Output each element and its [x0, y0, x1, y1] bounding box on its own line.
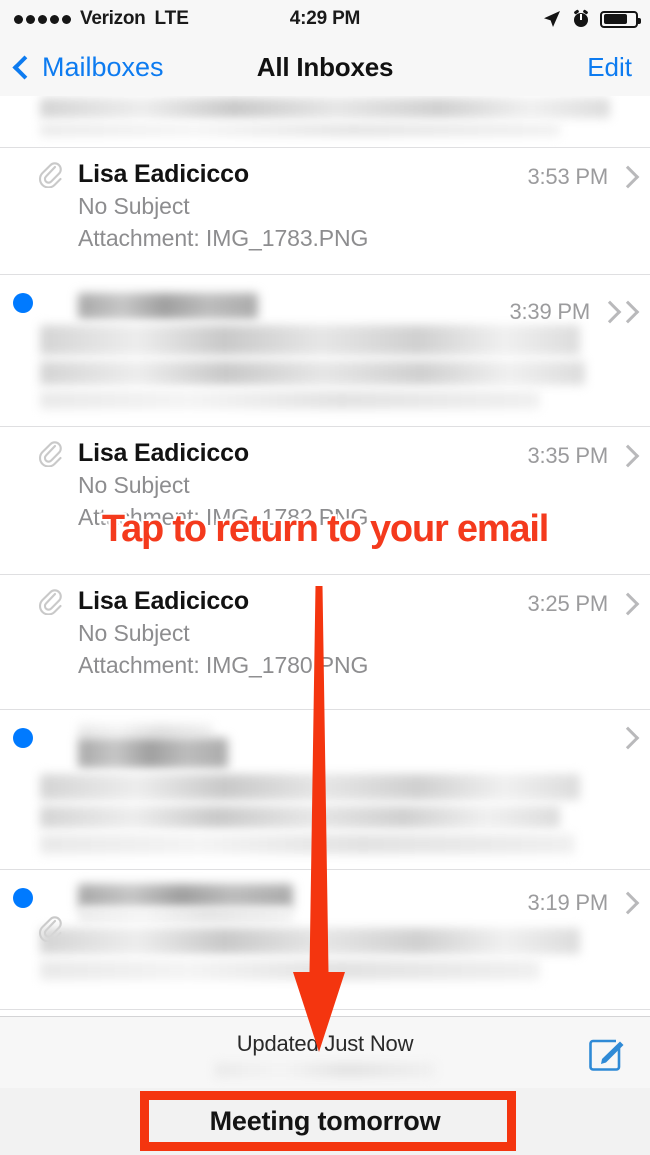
message-time: 3:39 PM [509, 299, 590, 324]
message-preview: Attachment: IMG_1780.PNG [78, 652, 369, 678]
bottom-banner[interactable]: Meeting tomorrow [0, 1088, 650, 1155]
iphone-screen: Verizon LTE 4:29 PM Mailboxes All Inboxe… [0, 0, 650, 1155]
table-row[interactable]: Lisa Eadicicco No Subject Attachment: IM… [0, 575, 650, 710]
mail-toolbar: Updated Just Now [0, 1016, 650, 1090]
location-arrow-icon [544, 11, 560, 27]
message-subject: No Subject [78, 620, 190, 646]
message-subject: No Subject [78, 193, 190, 219]
chevron-right-icon[interactable] [616, 165, 640, 189]
chevron-right-icon[interactable] [616, 891, 640, 915]
message-meta: 3:39 PM [509, 299, 640, 325]
mail-message-list[interactable]: Lisa Eadicicco No Subject Attachment: IM… [0, 96, 650, 1016]
updated-status-subtext [215, 1063, 435, 1077]
navigation-bar: Mailboxes All Inboxes Edit [0, 38, 650, 97]
bottom-banner-label: Meeting tomorrow [209, 1106, 441, 1136]
message-meta: 3:35 PM [527, 443, 640, 469]
table-row[interactable]: 3:39 PM [0, 275, 650, 427]
page-title: All Inboxes [256, 51, 394, 82]
table-row[interactable] [0, 98, 650, 148]
chevron-right-icon[interactable] [616, 592, 640, 616]
compose-icon [589, 1039, 624, 1071]
status-bar: Verizon LTE 4:29 PM [0, 0, 650, 38]
alarm-clock-icon [574, 9, 588, 27]
message-meta [616, 726, 640, 750]
message-time: 3:35 PM [527, 443, 608, 468]
message-time: 3:25 PM [527, 591, 608, 616]
message-time: 3:19 PM [527, 890, 608, 915]
message-subject: No Subject [78, 472, 190, 498]
edit-button[interactable]: Edit [587, 52, 632, 83]
message-preview: Attachment: IMG_1782.PNG [78, 504, 369, 530]
chevron-right-icon[interactable] [616, 726, 640, 750]
battery-icon [600, 10, 641, 28]
table-row[interactable]: 3:19 PM [0, 870, 650, 1010]
message-meta: 3:25 PM [527, 591, 640, 617]
table-row[interactable] [0, 710, 650, 870]
message-meta: 3:53 PM [527, 164, 640, 190]
compose-button[interactable] [586, 1033, 628, 1075]
message-time: 3:53 PM [527, 164, 608, 189]
message-preview: Attachment: IMG_1783.PNG [78, 225, 369, 251]
table-row[interactable]: Lisa Eadicicco No Subject Attachment: IM… [0, 148, 650, 275]
table-row[interactable]: Lisa Eadicicco No Subject Attachment: IM… [0, 427, 650, 575]
status-bar-right [542, 9, 641, 29]
chevron-double-right-icon[interactable] [598, 300, 640, 324]
updated-status-label: Updated Just Now [236, 1031, 414, 1056]
chevron-right-icon[interactable] [616, 444, 640, 468]
message-meta: 3:19 PM [527, 890, 640, 916]
